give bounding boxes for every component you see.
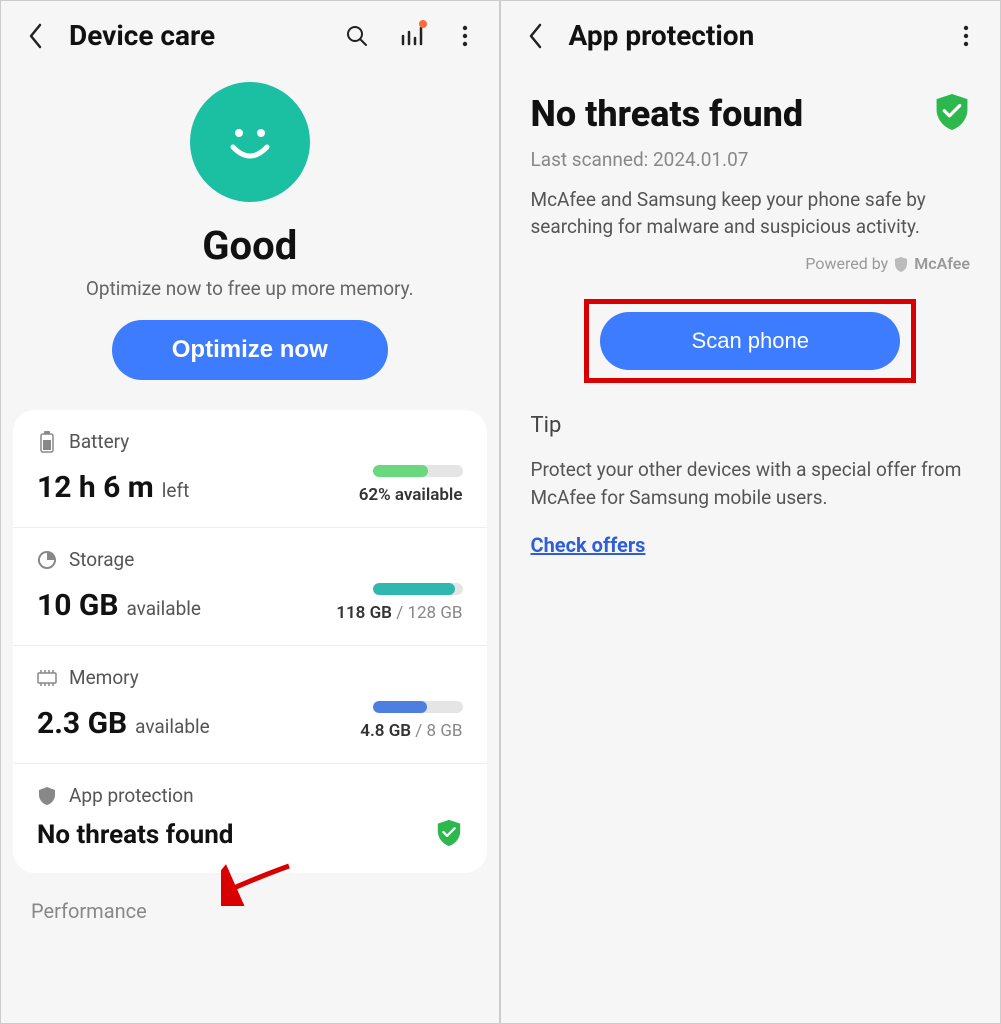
page-title: App protection [569,19,935,52]
memory-row[interactable]: Memory 2.3 GB available 4.8 GB / 8 GB [13,646,487,764]
header: App protection [501,1,1001,62]
app-protection-row[interactable]: App protection No threats found [13,764,487,873]
kebab-menu-icon [462,24,468,48]
protection-description: McAfee and Samsung keep your phone safe … [531,187,971,240]
battery-value: 12 h 6 m left [37,470,189,505]
battery-bar [373,465,463,477]
usage-button[interactable] [397,22,425,50]
threat-heading: No threats found [531,93,804,135]
storage-icon [37,550,57,570]
mcafee-logo-icon [894,256,908,272]
more-button[interactable] [451,22,479,50]
check-offers-link[interactable]: Check offers [531,533,646,557]
header-actions [343,22,479,50]
back-button[interactable] [521,21,551,51]
storage-bar [373,583,463,595]
scan-phone-button[interactable]: Scan phone [600,312,900,370]
shield-icon [37,786,57,806]
chevron-left-icon [28,23,44,49]
bar-chart-icon [399,24,423,48]
tip-label: Tip [531,413,971,438]
device-care-screen: Device care [1,1,501,1023]
memory-icon [37,668,57,688]
shield-check-icon [934,92,970,136]
last-scanned: Last scanned: 2024.01.07 [531,148,971,171]
shield-check-icon [435,819,463,851]
header: Device care [1,1,499,62]
memory-bar [373,701,463,713]
kebab-menu-icon [963,24,969,48]
app-protection-screen: App protection No threats found Last sca… [501,1,1001,1023]
app-protection-label: App protection [69,784,194,807]
battery-row[interactable]: Battery 12 h 6 m left 62% available [13,410,487,528]
performance-section-label: Performance [1,873,499,923]
battery-available: 62% available [359,485,463,505]
powered-by: Powered by McAfee [531,254,971,273]
memory-label: Memory [69,666,139,689]
page-title: Device care [69,19,325,52]
chevron-left-icon [528,23,544,49]
search-button[interactable] [343,22,371,50]
back-button[interactable] [21,21,51,51]
storage-value: 10 GB available [37,588,201,623]
tip-description: Protect your other devices with a specia… [531,456,971,511]
storage-row[interactable]: Storage 10 GB available 118 GB / 128 GB [13,528,487,646]
battery-icon [37,432,57,452]
search-icon [345,24,369,48]
status-area: Good Optimize now to free up more memory… [1,62,499,390]
protection-status: No threats found [37,820,233,850]
status-smiley-icon [190,82,310,202]
memory-value: 2.3 GB available [37,706,210,741]
storage-label: Storage [69,548,134,571]
memory-usage: 4.8 GB / 8 GB [360,721,462,741]
more-button[interactable] [952,22,980,50]
status-card: Battery 12 h 6 m left 62% available Stor… [13,410,487,873]
notification-dot-icon [419,20,427,28]
status-subtext: Optimize now to free up more memory. [21,277,479,300]
storage-usage: 118 GB / 128 GB [336,603,462,623]
scan-highlight-box: Scan phone [584,299,916,383]
battery-label: Battery [69,430,129,453]
optimize-button[interactable]: Optimize now [112,320,388,380]
status-label: Good [21,222,479,269]
